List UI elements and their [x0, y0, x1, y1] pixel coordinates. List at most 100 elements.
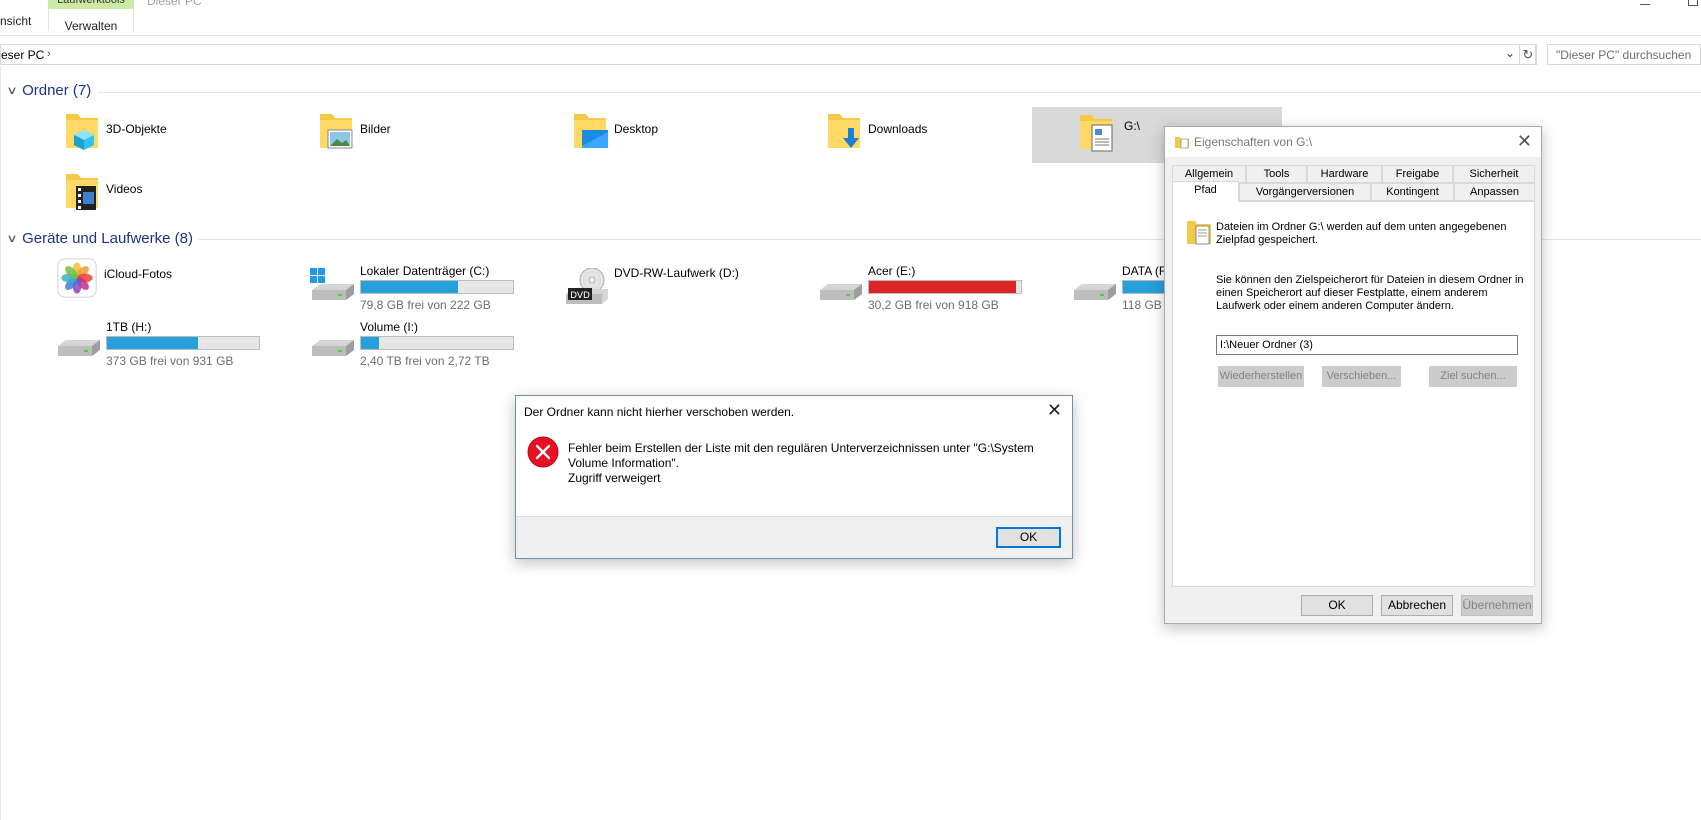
folder-item-downloads[interactable]: Downloads — [818, 104, 1068, 160]
folder-document-icon — [1175, 137, 1189, 149]
chevron-right-icon[interactable]: › — [47, 48, 51, 60]
restore-button[interactable]: Wiederherstellen — [1218, 366, 1304, 387]
apply-button[interactable]: Übernehmen — [1461, 595, 1533, 616]
drives-section-label: Geräte und Laufwerke (8) — [22, 230, 193, 247]
ok-button[interactable]: OK — [1301, 595, 1373, 616]
folder-name: Videos — [106, 182, 143, 196]
3d-objects-folder-icon — [66, 114, 98, 150]
drive-free-space: 118 GB f — [1122, 298, 1169, 312]
drive-name: iCloud-Fotos — [104, 267, 173, 281]
drive-capacity-bar — [868, 280, 1022, 294]
folder-document-icon — [1187, 221, 1211, 245]
drive-free-space: 2,40 TB frei von 2,72 TB — [360, 354, 490, 368]
pictures-folder-icon — [320, 114, 353, 149]
close-icon[interactable]: ✕ — [1517, 131, 1532, 152]
drive-item-f[interactable]: DATA (F 118 GB f — [1072, 258, 1172, 314]
drive-name: Volume (I:) — [360, 320, 419, 334]
videos-folder-icon — [66, 174, 98, 210]
chevron-down-icon[interactable]: ⌄ — [1505, 46, 1515, 60]
minimize-icon[interactable] — [1640, 4, 1650, 5]
drive-name: Acer (E:) — [868, 264, 916, 278]
folder-item-bilder[interactable]: Bilder — [310, 104, 560, 160]
error-dialog: Der Ordner kann nicht hierher verschoben… — [515, 395, 1073, 559]
drive-name: 1TB (H:) — [106, 320, 152, 334]
drive-name: DATA (F — [1122, 264, 1167, 278]
folders-section-label: Ordner (7) — [22, 82, 92, 99]
folder-name: Desktop — [614, 122, 659, 136]
properties-description: Sie können den Zielspeicherort für Datei… — [1216, 274, 1524, 312]
drive-free-space: 30,2 GB frei von 918 GB — [868, 298, 999, 312]
drive-free-space: 79,8 GB frei von 222 GB — [360, 298, 491, 312]
drive-item-h[interactable]: 1TB (H:) 373 GB frei von 931 GB — [56, 314, 306, 370]
folder-name: 3D-Objekte — [106, 122, 167, 136]
drive-item-i[interactable]: Volume (I:) 2,40 TB frei von 2,72 TB — [310, 314, 560, 370]
properties-dialog: Eigenschaften von G:\ ✕ Allgemein Tools … — [1164, 126, 1542, 624]
tab-hardware[interactable]: Hardware — [1307, 165, 1382, 183]
icloud-photos-icon — [57, 258, 97, 298]
chevron-down-icon[interactable]: ∨ — [6, 232, 17, 245]
error-dialog-title: Der Ordner kann nicht hierher verschoben… — [524, 405, 795, 419]
hard-drive-icon — [820, 284, 862, 300]
tab-anpassen[interactable]: Anpassen — [1454, 183, 1535, 201]
dvd-drive-icon: DVD — [566, 268, 608, 304]
folders-section-header[interactable]: ∨ Ordner (7) — [6, 82, 92, 99]
move-button[interactable]: Verschieben... — [1322, 366, 1401, 387]
window-title: Dieser PC — [147, 0, 202, 8]
dvd-label: DVD — [570, 291, 590, 301]
drive-free-space: 373 GB frei von 931 GB — [106, 354, 234, 368]
properties-page-pfad: Dateien im Ordner G:\ werden auf dem unt… — [1172, 201, 1535, 587]
document-folder-icon — [1080, 115, 1113, 152]
close-icon[interactable]: ✕ — [1047, 400, 1062, 421]
tab-vorgaengerversionen[interactable]: Vorgängerversionen — [1239, 183, 1371, 201]
drive-capacity-bar — [360, 336, 514, 350]
drive-item-c[interactable]: Lokaler Datenträger (C:) 79,8 GB frei vo… — [310, 258, 560, 314]
folder-item-desktop[interactable]: Desktop — [564, 104, 814, 160]
tab-verwalten[interactable]: Verwalten — [48, 9, 134, 33]
ok-button[interactable]: OK — [996, 527, 1061, 548]
drive-capacity-bar — [106, 336, 260, 350]
folder-name: Downloads — [868, 122, 928, 136]
address-path[interactable]: eser PC — [1, 48, 44, 62]
tab-freigabe[interactable]: Freigabe — [1382, 165, 1453, 183]
desktop-folder-icon — [574, 114, 608, 148]
search-input[interactable]: "Dieser PC" durchsuchen — [1547, 44, 1701, 65]
properties-title: Eigenschaften von G:\ — [1194, 135, 1313, 149]
tab-kontingent[interactable]: Kontingent — [1371, 183, 1454, 201]
error-icon — [527, 436, 559, 468]
folder-name: G:\ — [1124, 119, 1141, 133]
hard-drive-icon — [1074, 284, 1116, 300]
error-message-line: Fehler beim Erstellen der Liste mit den … — [568, 441, 1034, 470]
properties-titlebar[interactable]: Eigenschaften von G:\ ✕ — [1165, 127, 1541, 157]
hard-drive-icon — [312, 340, 354, 356]
drive-item-d[interactable]: DVD DVD-RW-Laufwerk (D:) — [564, 258, 814, 314]
refresh-button[interactable]: ↻ — [1519, 44, 1537, 65]
tab-tools[interactable]: Tools — [1246, 165, 1307, 183]
tab-ansicht[interactable]: nsicht — [0, 14, 31, 28]
folder-item-3d-objekte[interactable]: 3D-Objekte — [56, 104, 306, 160]
folder-name: Bilder — [360, 122, 391, 136]
ribbon: Laufwerktools nsicht Verwalten Dieser PC — [0, 0, 1701, 36]
chevron-down-icon[interactable]: ∨ — [6, 84, 17, 97]
tab-pfad[interactable]: Pfad — [1172, 181, 1239, 202]
drives-section-header[interactable]: ∨ Geräte und Laufwerke (8) — [6, 230, 193, 247]
windows-drive-icon — [310, 268, 354, 300]
address-bar[interactable]: eser PC › ⌄ — [0, 44, 1536, 65]
drive-item-icloud-fotos[interactable]: iCloud-Fotos — [54, 256, 304, 312]
drive-name: DVD-RW-Laufwerk (D:) — [614, 266, 739, 280]
drive-capacity-bar — [360, 280, 514, 294]
target-path-input[interactable]: I:\Neuer Ordner (3) — [1216, 335, 1518, 355]
hard-drive-icon — [58, 340, 100, 356]
error-dialog-footer: OK — [516, 516, 1072, 558]
find-target-button[interactable]: Ziel suchen... — [1429, 366, 1517, 387]
error-message: Fehler beim Erstellen der Liste mit den … — [568, 441, 1048, 486]
section-divider — [98, 92, 1701, 93]
downloads-folder-icon — [828, 114, 860, 148]
pane-divider — [0, 66, 1, 820]
tab-laufwerktools[interactable]: Laufwerktools — [48, 0, 134, 9]
tab-sicherheit[interactable]: Sicherheit — [1453, 165, 1535, 183]
cancel-button[interactable]: Abbrechen — [1381, 595, 1453, 616]
folder-item-videos[interactable]: Videos — [56, 164, 306, 220]
maximize-icon[interactable] — [1688, 0, 1698, 6]
drive-item-e[interactable]: Acer (E:) 30,2 GB frei von 918 GB — [818, 258, 1068, 314]
error-message-line: Zugriff verweigert — [568, 471, 661, 485]
